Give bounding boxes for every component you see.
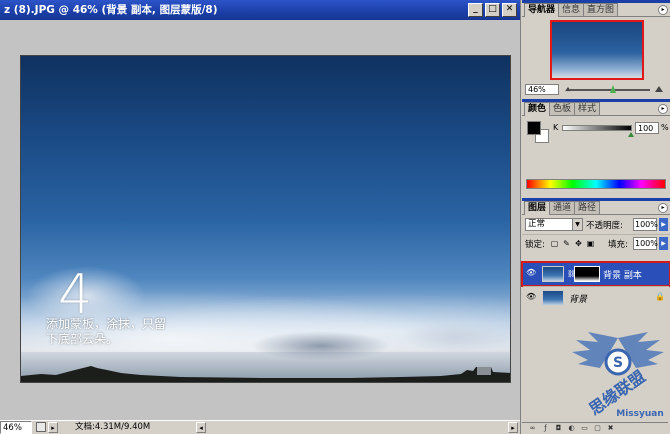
- add-mask-icon[interactable]: ◘: [554, 424, 563, 433]
- k-slider-handle[interactable]: [628, 132, 634, 137]
- k-slider[interactable]: [562, 125, 632, 131]
- color-palette: 颜色 色板 样式 ▸ K 100 %: [522, 99, 670, 197]
- layers-footer-toolbar: ∞ ƒ ◘ ◐ ▭ ▢ ✖: [522, 422, 668, 434]
- link-layers-icon[interactable]: ∞: [528, 424, 537, 433]
- document-window: z (8).JPG @ 46% (背景 副本, 图层蒙版/8) _ □ ✕ 4 …: [0, 0, 520, 434]
- adjustment-layer-icon[interactable]: ◐: [567, 424, 576, 433]
- tab-color[interactable]: 颜色: [524, 102, 551, 116]
- document-size-info: 文档:4.31M/9.40M: [75, 422, 151, 432]
- opacity-input[interactable]: 100%: [633, 218, 658, 231]
- lock-move-icon[interactable]: ✥: [574, 239, 583, 248]
- palette-column: 导航器 信息 直方图 ▸ 46% 颜色 色板 样式 ▸ K 100 % 图层 通…: [520, 0, 670, 434]
- lock-all-icon[interactable]: ▣: [586, 239, 595, 248]
- color-ramp[interactable]: [526, 179, 666, 189]
- layer-row-background[interactable]: 👁 背景 🔒: [523, 286, 669, 308]
- layer-name[interactable]: 背景: [569, 292, 587, 305]
- minimize-button[interactable]: _: [468, 3, 483, 17]
- lock-icon: 🔒: [655, 292, 665, 301]
- maximize-button[interactable]: □: [485, 3, 500, 17]
- channel-label: K: [553, 123, 559, 132]
- lock-label: 锁定:: [525, 240, 545, 250]
- layer-mask-thumbnail[interactable]: [574, 266, 600, 282]
- opacity-label: 不透明度:: [586, 221, 623, 231]
- tab-paths[interactable]: 路径: [574, 201, 601, 214]
- eye-icon[interactable]: 👁: [526, 293, 536, 301]
- foreground-color-swatch[interactable]: [527, 121, 541, 135]
- scroll-right-arrow[interactable]: ▸: [508, 422, 518, 433]
- document-titlebar[interactable]: z (8).JPG @ 46% (背景 副本, 图层蒙版/8) _ □ ✕: [0, 0, 520, 20]
- close-button[interactable]: ✕: [502, 3, 517, 17]
- fill-arrow-button[interactable]: ▶: [659, 237, 668, 250]
- palette-menu-icon[interactable]: ▸: [658, 5, 668, 15]
- color-tabs: 颜色 色板 样式 ▸: [522, 102, 670, 116]
- navigator-zoom-input[interactable]: 46%: [525, 84, 559, 95]
- lock-brush-icon[interactable]: ✎: [562, 239, 571, 248]
- layers-tabs: 图层 通道 路径 ▸: [522, 201, 670, 215]
- tab-styles[interactable]: 样式: [574, 102, 601, 115]
- layer-thumbnail[interactable]: [542, 266, 564, 282]
- navigator-preview[interactable]: [550, 20, 644, 80]
- blend-mode-select[interactable]: 正常 ▼: [525, 218, 583, 231]
- opacity-arrow-button[interactable]: ▶: [659, 218, 668, 231]
- step-number: 4: [58, 263, 93, 326]
- palette-menu-icon[interactable]: ▸: [658, 203, 668, 213]
- layer-thumbnail[interactable]: [542, 290, 564, 306]
- tab-navigator[interactable]: 导航器: [524, 3, 560, 17]
- new-layer-icon[interactable]: ▢: [593, 424, 602, 433]
- document-title: z (8).JPG @ 46% (背景 副本, 图层蒙版/8): [4, 4, 218, 16]
- step-caption: 添加蒙板，涂抹，只留下底部云朵。: [46, 317, 167, 346]
- fill-label: 填充:: [608, 240, 628, 250]
- scroll-left-arrow[interactable]: ◂: [196, 422, 206, 433]
- tab-info[interactable]: 信息: [558, 3, 585, 16]
- tab-channels[interactable]: 通道: [549, 201, 576, 214]
- zoom-slider[interactable]: [570, 89, 650, 91]
- cloud: [401, 321, 510, 353]
- new-group-icon[interactable]: ▭: [580, 424, 589, 433]
- status-bar: 46% ▸ 文档:4.31M/9.40M ◂ ▸: [0, 420, 520, 434]
- navigator-palette: 导航器 信息 直方图 ▸ 46%: [522, 0, 670, 98]
- layer-name[interactable]: 背景 副本: [603, 268, 642, 281]
- chevron-down-icon[interactable]: ▼: [572, 219, 582, 230]
- zoom-in-icon[interactable]: [655, 86, 663, 92]
- layer-row-background-copy[interactable]: 👁 ⛓ 背景 副本: [521, 261, 670, 287]
- tab-swatches[interactable]: 色板: [549, 102, 576, 115]
- status-menu-button[interactable]: ▸: [48, 422, 58, 433]
- k-value-input[interactable]: 100: [635, 122, 659, 134]
- document-icon[interactable]: [36, 422, 46, 432]
- canvas-area[interactable]: 4 添加蒙板，涂抹，只留下底部云朵。: [0, 20, 520, 420]
- palette-menu-icon[interactable]: ▸: [658, 104, 668, 114]
- eye-icon[interactable]: 👁: [526, 269, 536, 277]
- lock-transparency-icon[interactable]: ▢: [550, 239, 559, 248]
- percent-label: %: [661, 123, 669, 132]
- layer-style-icon[interactable]: ƒ: [541, 424, 550, 433]
- fill-input[interactable]: 100%: [633, 237, 658, 250]
- delete-layer-icon[interactable]: ✖: [606, 424, 615, 433]
- tab-histogram[interactable]: 直方图: [583, 3, 619, 16]
- tab-layers[interactable]: 图层: [524, 201, 551, 215]
- layers-palette: 图层 通道 路径 ▸ 正常 ▼ 不透明度: 100% ▶ 锁定: ▢ ✎ ✥ ▣…: [521, 198, 670, 434]
- zoom-field[interactable]: 46%: [0, 421, 32, 434]
- navigator-tabs: 导航器 信息 直方图 ▸: [522, 3, 670, 17]
- ground-silhouette: [21, 366, 510, 382]
- cloud: [251, 331, 391, 361]
- blend-mode-value: 正常: [528, 219, 546, 229]
- link-icon[interactable]: ⛓: [567, 270, 576, 278]
